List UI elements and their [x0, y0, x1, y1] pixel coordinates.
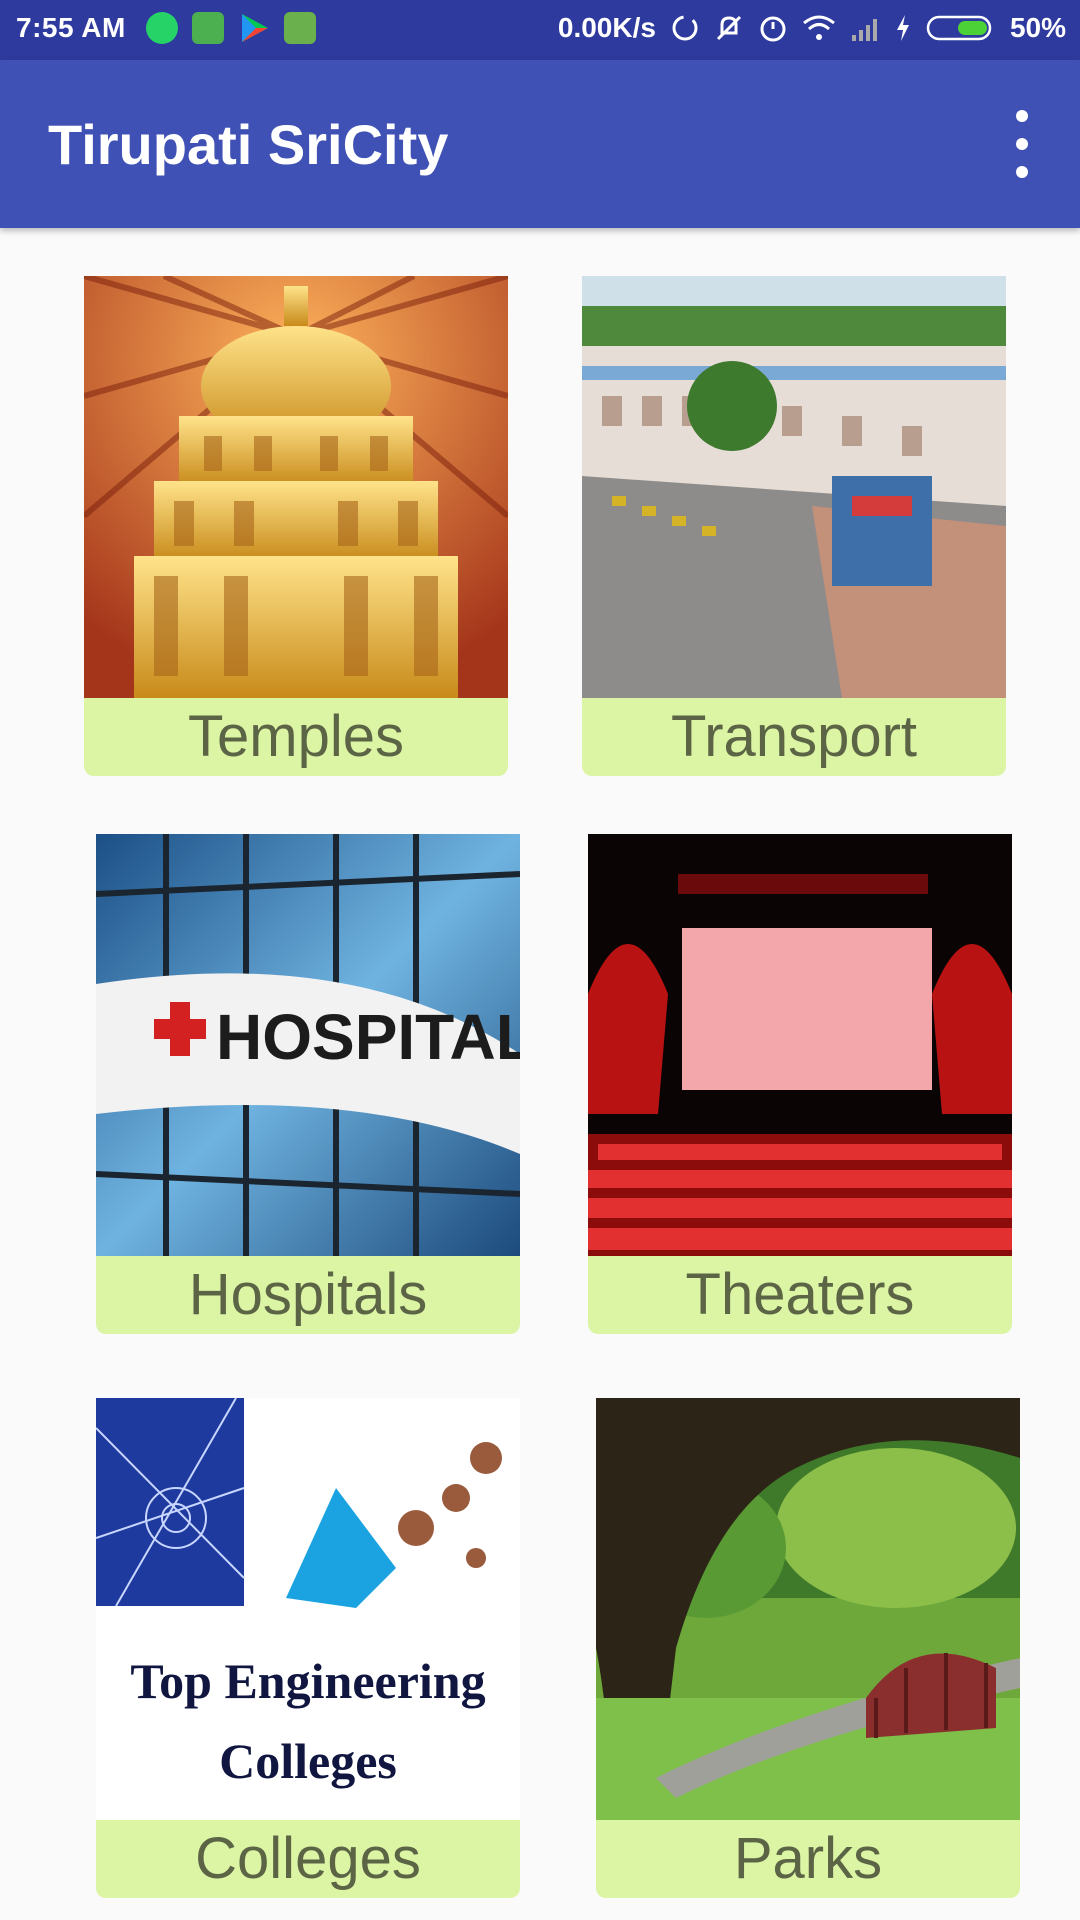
tile-label: Temples: [84, 698, 508, 776]
tile-label: Transport: [582, 698, 1006, 776]
tile-colleges[interactable]: Top Engineering Colleges Colleges: [96, 1398, 520, 1898]
tile-temples[interactable]: Temples: [84, 276, 508, 776]
railway-station-image: [582, 276, 1006, 698]
hospital-building-image: HOSPITAL: [96, 834, 520, 1256]
tile-parks[interactable]: Parks: [596, 1398, 1020, 1898]
signal-icon: [851, 19, 877, 41]
park-bridge-image: [596, 1398, 1020, 1820]
mute-icon: [716, 15, 742, 41]
overflow-menu-icon[interactable]: [1004, 110, 1040, 178]
battery-icon: [926, 15, 992, 41]
sync-icon: [672, 15, 698, 41]
app-title: Tirupati SriCity: [48, 113, 449, 176]
engineering-colleges-image: Top Engineering Colleges: [96, 1398, 520, 1820]
colleges-poster-line2: Colleges: [219, 1733, 397, 1789]
tile-label: Theaters: [588, 1256, 1012, 1334]
battery-saver-icon: [192, 12, 224, 44]
temple-gopuram-image: [84, 276, 508, 698]
play-store-icon: [238, 12, 270, 44]
network-speed: 0.00K/s: [557, 12, 656, 43]
status-bar: 7:55 AM 0.00K/s 50%: [0, 0, 1080, 60]
hospital-sign-text: HOSPITAL: [216, 1001, 520, 1073]
cinema-theater-image: [588, 834, 1012, 1256]
battery-percent: 50%: [1009, 12, 1066, 43]
tile-transport[interactable]: Transport: [582, 276, 1006, 776]
app-bar: Tirupati SriCity: [0, 60, 1080, 228]
tile-label: Parks: [596, 1820, 1020, 1898]
tile-hospitals[interactable]: HOSPITAL Hospitals: [96, 834, 520, 1334]
status-time: 7:55 AM: [16, 12, 126, 43]
tile-label: Hospitals: [96, 1256, 520, 1334]
charging-icon: [896, 15, 909, 41]
tile-theaters[interactable]: Theaters: [588, 834, 1012, 1334]
tile-label: Colleges: [96, 1820, 520, 1898]
wifi-icon: [803, 15, 835, 40]
colleges-poster-line1: Top Engineering: [130, 1653, 485, 1709]
android-icon: [284, 12, 316, 44]
whatsapp-icon: [146, 12, 178, 44]
alarm-icon: [760, 16, 786, 42]
